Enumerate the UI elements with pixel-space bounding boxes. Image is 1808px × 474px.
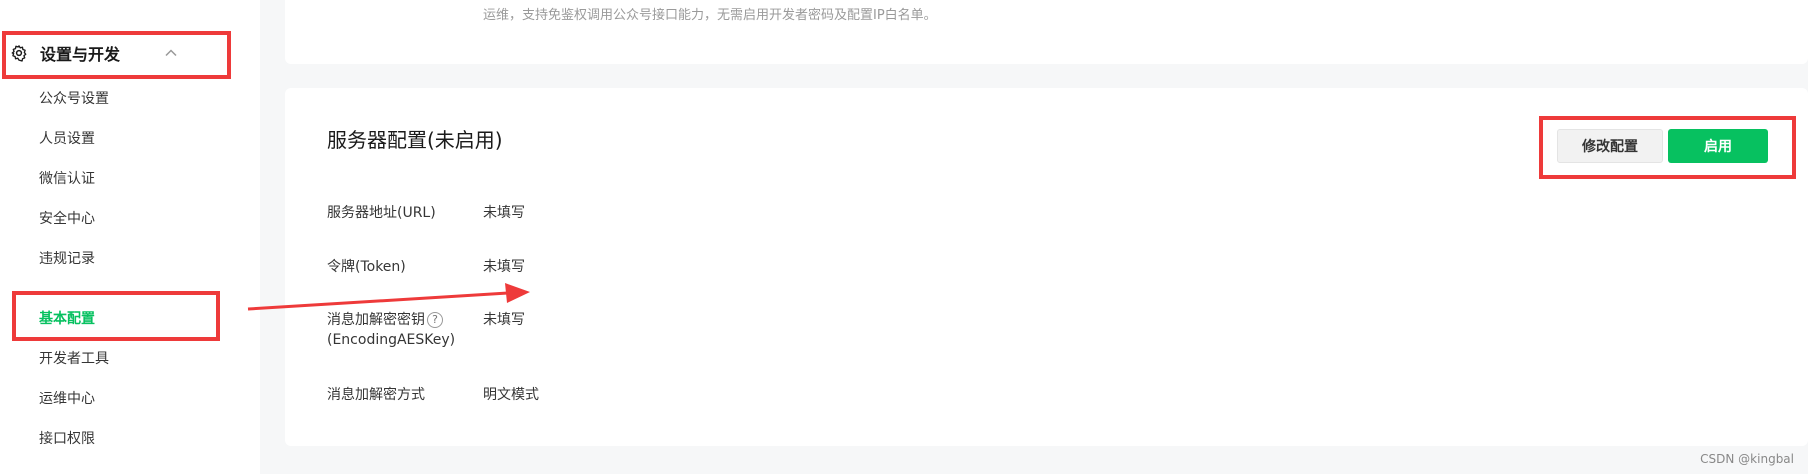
annotation-arrow: [247, 283, 530, 311]
watermark: CSDN @kingbal: [1700, 452, 1794, 466]
